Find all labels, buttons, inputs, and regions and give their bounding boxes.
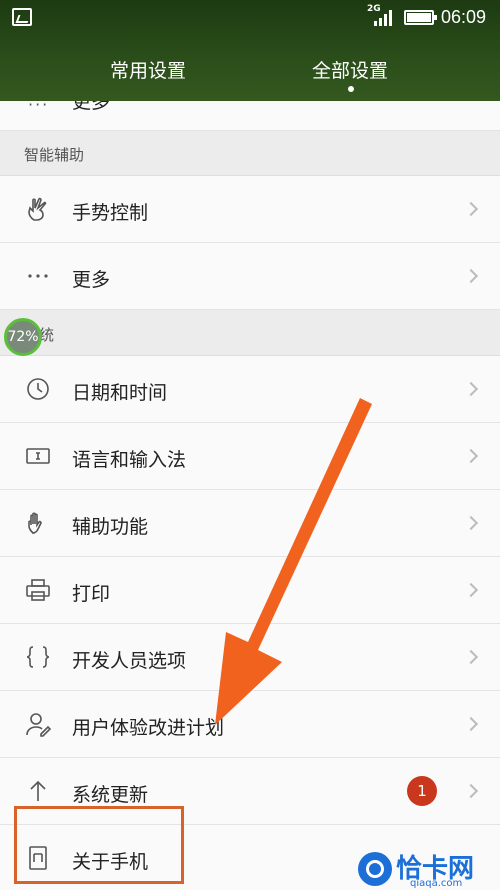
chevron-right-icon [463, 716, 479, 732]
settings-item-label: 手势控制 [72, 202, 149, 224]
braces-icon [24, 643, 52, 671]
keyboard-icon [24, 442, 52, 470]
settings-item-label: 用户体验改进计划 [72, 717, 225, 739]
more-dots-icon: ··· [28, 101, 50, 114]
clock-icon [24, 375, 52, 403]
signal-icon [374, 10, 394, 26]
tab-all-settings[interactable]: 全部设置 [312, 56, 388, 83]
list-item-label: 更多 [72, 101, 111, 113]
chevron-right-icon [463, 783, 479, 799]
battery-icon [404, 10, 437, 25]
floating-percent-badge[interactable]: 72% [4, 318, 42, 356]
active-tab-indicator [348, 86, 354, 92]
more-dots-icon [24, 262, 52, 290]
watermark: 恰卡网 qiaqa.com [352, 846, 500, 890]
settings-item-gesture-control[interactable]: 手势控制 [0, 176, 500, 243]
settings-item-label: 系统更新 [72, 784, 149, 806]
settings-item-label: 开发人员选项 [72, 650, 187, 672]
chevron-right-icon [463, 381, 479, 397]
settings-item-developer-options[interactable]: 开发人员选项 [0, 624, 500, 691]
chevron-right-icon [463, 201, 479, 217]
section-header-smart-assist: 智能辅助 [0, 131, 500, 176]
gallery-notification-icon [12, 8, 32, 26]
chevron-right-icon [463, 582, 479, 598]
status-bar: 2G 06:09 [0, 0, 500, 36]
watermark-subtext: qiaqa.com [410, 878, 463, 889]
arrow-up-icon [24, 777, 52, 805]
chevron-right-icon [463, 268, 479, 284]
highlight-box [14, 806, 184, 884]
status-time: 06:09 [441, 7, 487, 27]
section-title: 智能辅助 [24, 146, 85, 164]
chevron-right-icon [463, 448, 479, 464]
list-item-more-clipped[interactable]: ··· 更多 [0, 101, 500, 131]
printer-icon [24, 576, 52, 604]
settings-item-user-experience[interactable]: 用户体验改进计划 [0, 691, 500, 758]
settings-item-language-input[interactable]: 语言和输入法 [0, 423, 500, 490]
chevron-right-icon [463, 515, 479, 531]
settings-item-label: 打印 [72, 583, 111, 605]
settings-item-label: 日期和时间 [72, 382, 168, 404]
user-icon [24, 710, 52, 738]
settings-item-label: 更多 [72, 269, 111, 291]
gesture-hand-icon [24, 195, 52, 223]
tab-common-settings[interactable]: 常用设置 [110, 56, 186, 83]
settings-item-print[interactable]: 打印 [0, 557, 500, 624]
app-header: 2G 06:09 常用设置 全部设置 [0, 0, 500, 101]
chevron-right-icon [463, 649, 479, 665]
section-header-system: 系统 [0, 310, 500, 356]
watermark-logo-icon [358, 852, 392, 886]
settings-item-label: 语言和输入法 [72, 449, 187, 471]
settings-item-date-time[interactable]: 日期和时间 [0, 356, 500, 423]
update-count-badge: 1 [407, 776, 437, 806]
hand-icon [24, 509, 52, 537]
settings-item-label: 辅助功能 [72, 516, 149, 538]
settings-item-more[interactable]: 更多 [0, 243, 500, 310]
settings-item-accessibility[interactable]: 辅助功能 [0, 490, 500, 557]
